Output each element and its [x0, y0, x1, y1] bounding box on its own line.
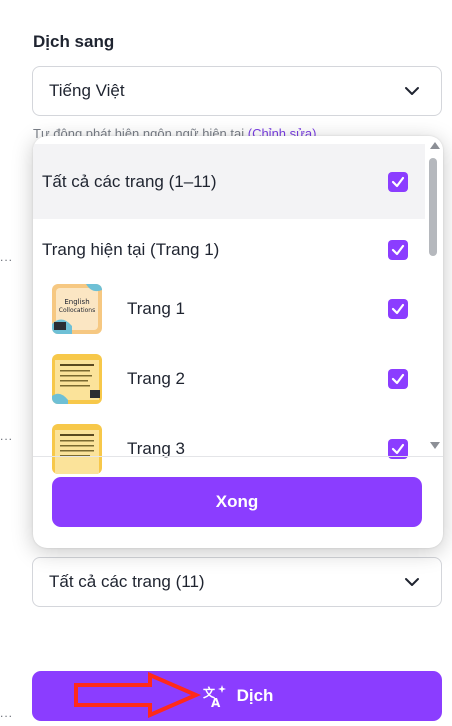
thumb-title-line1: English	[64, 298, 89, 306]
page-1-label: Trang 1	[127, 299, 185, 318]
check-icon	[391, 244, 405, 256]
scroll-up-arrow-icon[interactable]	[430, 142, 440, 149]
check-icon	[391, 443, 405, 455]
page-2-label: Trang 2	[127, 369, 185, 388]
edge-dots: ...	[0, 250, 14, 264]
option-current-page[interactable]: Trang hiện tại (Trang 1)	[33, 219, 425, 281]
chevron-down-icon	[405, 87, 419, 95]
checkbox-all-pages[interactable]	[388, 171, 408, 192]
checkbox-current-page[interactable]	[388, 240, 408, 260]
check-icon	[391, 176, 405, 187]
svg-text:A: A	[211, 696, 221, 709]
page-3-thumbnail	[52, 424, 102, 474]
page-list-scrollbar[interactable]	[425, 136, 443, 456]
option-current-page-label: Trang hiện tại (Trang 1)	[42, 240, 220, 259]
section-label: Dịch sang	[33, 32, 115, 51]
scroll-thumb[interactable]	[429, 158, 437, 256]
check-icon	[391, 373, 405, 385]
edge-dots: ...	[0, 429, 14, 443]
page-2-thumbnail	[52, 354, 102, 404]
option-page-3[interactable]: Trang 3	[33, 414, 425, 484]
done-button[interactable]: Xong	[52, 477, 422, 527]
language-select-value: Tiếng Việt	[49, 81, 125, 100]
page-1-thumbnail: English Collocations	[52, 284, 102, 334]
red-arrow-annotation	[74, 672, 202, 718]
check-icon	[391, 303, 405, 315]
translate-button-label: Dịch	[236, 686, 274, 705]
checkbox-page-1[interactable]	[388, 299, 408, 319]
scroll-down-arrow-icon[interactable]	[430, 442, 440, 449]
thumb-title-line2: Collocations	[59, 307, 95, 314]
option-page-2[interactable]: Trang 2	[33, 344, 425, 414]
edge-dots: ...	[0, 706, 14, 720]
pages-select[interactable]: Tất cả các trang (11)	[32, 557, 442, 607]
option-all-pages[interactable]: Tất cả các trang (1–11)	[33, 144, 425, 219]
page-picker-popup: Tất cả các trang (1–11) Trang hiện tại (…	[33, 136, 443, 548]
popup-divider	[33, 456, 443, 457]
option-page-1[interactable]: English Collocations Trang 1	[33, 274, 425, 344]
pages-select-value: Tất cả các trang (11)	[49, 572, 205, 591]
checkbox-page-2[interactable]	[388, 369, 408, 389]
language-select[interactable]: Tiếng Việt	[32, 66, 442, 116]
option-all-pages-label: Tất cả các trang (1–11)	[42, 171, 217, 191]
translate-sparkle-icon: 文 A	[203, 685, 226, 709]
chevron-down-icon	[405, 578, 419, 586]
